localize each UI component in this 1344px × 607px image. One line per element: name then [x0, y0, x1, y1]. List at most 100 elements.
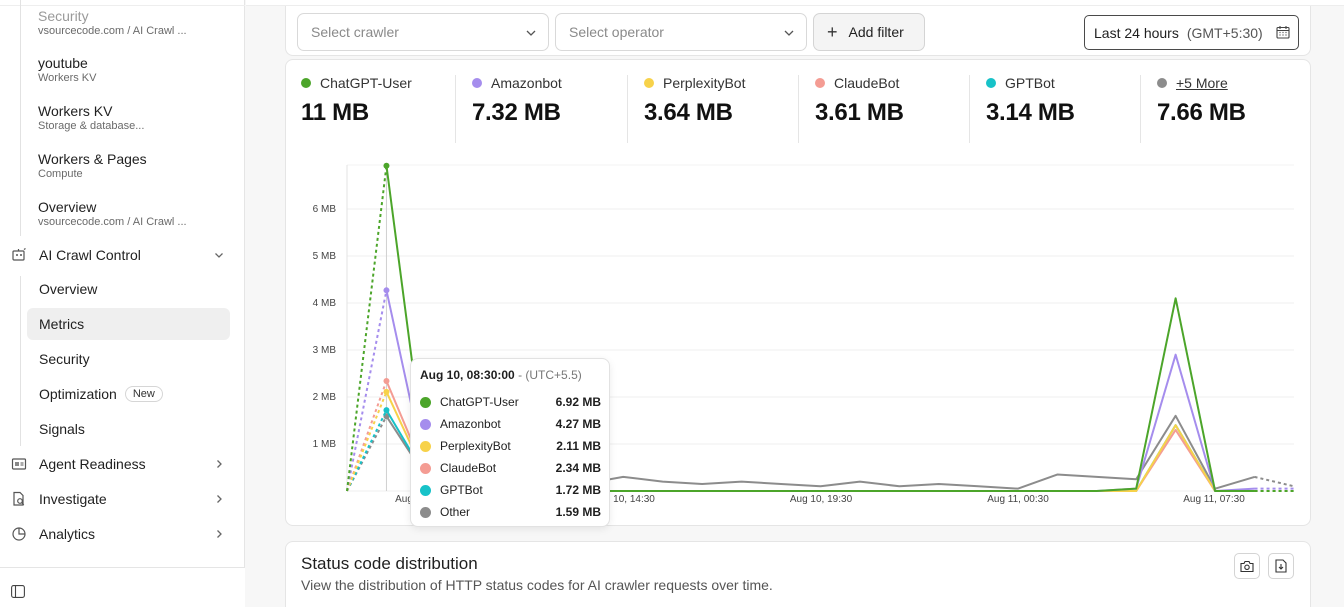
y-tick-label: 3 MB	[313, 345, 337, 356]
sidebar-item-workers-kv[interactable]: Workers KV Storage & database...	[38, 103, 144, 133]
status-code-card: Status code distribution View the distri…	[285, 541, 1311, 607]
series-line-dashed	[346, 165, 388, 492]
item-subtitle: Storage & database...	[38, 120, 145, 132]
legend-dot	[420, 462, 431, 474]
select-placeholder: Select operator	[569, 24, 664, 40]
tooltip-row: GPTBot 1.72 MB	[420, 479, 601, 501]
calendar-icon	[1276, 25, 1290, 42]
dashboard-icon	[10, 455, 28, 473]
nav-label: Overview	[39, 281, 98, 297]
data-point	[383, 378, 390, 385]
row-value: 2.11 MB	[556, 439, 601, 453]
sidebar-item-metrics[interactable]: Metrics	[27, 308, 230, 340]
sidebar-top-divider	[0, 0, 245, 6]
crawler-select[interactable]: Select crawler	[297, 13, 549, 51]
y-tick-label: 1 MB	[313, 439, 337, 450]
add-filter-button[interactable]: + Add filter	[813, 13, 925, 51]
new-badge: New	[124, 386, 163, 402]
row-name: GPTBot	[440, 483, 483, 497]
sidebar-group-analytics[interactable]: Analytics	[10, 519, 230, 549]
y-tick-label: 4 MB	[313, 298, 337, 309]
document-search-icon	[10, 490, 28, 508]
legend-dot	[420, 396, 431, 408]
item-subtitle: Workers KV	[38, 72, 97, 84]
tree-line	[20, 0, 21, 236]
x-tick-label: 10, 14:30	[613, 494, 655, 505]
x-tick-label: Aug 11, 07:30	[1183, 494, 1245, 505]
series-line-dashed	[1254, 475, 1295, 488]
row-name: ChatGPT-User	[440, 395, 519, 409]
chevron-right-icon	[212, 527, 226, 541]
x-tick-label: Aug 10, 19:30	[790, 494, 853, 505]
plus-icon: +	[827, 22, 838, 42]
operator-select[interactable]: Select operator	[555, 13, 807, 51]
chevron-right-icon	[212, 457, 226, 471]
button-label: Add filter	[848, 24, 904, 40]
nav-label: Security	[39, 351, 90, 367]
item-title: Workers KV	[38, 103, 113, 119]
download-icon	[1275, 559, 1287, 573]
data-point	[383, 287, 390, 294]
date-range-picker[interactable]: Last 24 hours (GMT+5:30)	[1084, 15, 1299, 50]
row-value: 1.72 MB	[555, 483, 601, 497]
sidebar-group-ai-crawl-control[interactable]: AI Crawl Control	[10, 240, 230, 270]
item-subtitle: vsourcecode.com / AI Crawl ...	[38, 216, 187, 228]
series-line-dashed	[346, 409, 388, 492]
tooltip-row: Other 1.59 MB	[420, 501, 601, 523]
date-range-label: Last 24 hours	[1094, 24, 1179, 41]
camera-icon	[1240, 560, 1254, 572]
group-label: Agent Readiness	[39, 456, 146, 472]
download-button[interactable]	[1268, 553, 1294, 579]
tooltip-row: ClaudeBot 2.34 MB	[420, 457, 601, 479]
row-name: ClaudeBot	[440, 461, 497, 475]
item-title: Overview	[38, 199, 97, 215]
screenshot-button[interactable]	[1234, 553, 1260, 579]
sidebar-item-overview-recent[interactable]: Overview vsourcecode.com / AI Crawl ...	[38, 199, 187, 229]
sidebar-footer	[0, 567, 245, 607]
row-value: 6.92 MB	[555, 395, 601, 409]
legend-dot	[420, 440, 431, 452]
sidebar-toggle-icon[interactable]	[11, 585, 25, 603]
sidebar-item-overview[interactable]: Overview	[27, 273, 230, 305]
nav-label: Metrics	[39, 316, 85, 332]
sidebar-item-workers-pages[interactable]: Workers & Pages Compute	[38, 151, 147, 181]
chevron-down-icon	[782, 26, 796, 43]
legend-dot	[420, 506, 431, 518]
series-line-dashed	[346, 290, 388, 492]
chart-tooltip: Aug 10, 08:30:00 - (UTC+5.5) ChatGPT-Use…	[410, 358, 610, 527]
item-subtitle: vsourcecode.com / AI Crawl ...	[38, 25, 187, 37]
x-tick-label: Aug 11, 00:30	[987, 494, 1049, 505]
sidebar: Security vsourcecode.com / AI Crawl ... …	[0, 0, 245, 607]
row-value: 2.34 MB	[555, 461, 601, 475]
item-title: youtube	[38, 55, 88, 71]
legend-dot	[420, 484, 431, 496]
item-title: Security	[38, 8, 89, 24]
tooltip-row: Amazonbot 4.27 MB	[420, 413, 601, 435]
row-name: Other	[440, 505, 471, 519]
group-label: AI Crawl Control	[39, 247, 141, 263]
row-name: Amazonbot	[440, 417, 501, 431]
sidebar-item-signals[interactable]: Signals	[27, 413, 230, 445]
y-tick-label: 6 MB	[313, 204, 337, 215]
sidebar-group-investigate[interactable]: Investigate	[10, 484, 230, 514]
sidebar-item-youtube[interactable]: youtube Workers KV	[38, 55, 96, 85]
timezone-label: (GMT+5:30)	[1186, 24, 1263, 41]
crawl-icon	[10, 246, 28, 264]
sidebar-item-security[interactable]: Security	[27, 343, 230, 375]
row-name: PerplexityBot	[440, 439, 511, 453]
item-title: Workers & Pages	[38, 151, 147, 167]
nav-label: Signals	[39, 421, 85, 437]
tooltip-row: PerplexityBot 2.11 MB	[420, 435, 601, 457]
y-tick-label: 5 MB	[313, 251, 337, 262]
legend-dot	[420, 418, 431, 430]
filter-bar: Select crawler Select operator + Add fil…	[285, 6, 1311, 56]
nav-label: Optimization	[39, 386, 117, 402]
row-value: 4.27 MB	[555, 417, 601, 431]
sidebar-group-agent-readiness[interactable]: Agent Readiness	[10, 449, 230, 479]
section-subtitle: View the distribution of HTTP status cod…	[301, 577, 773, 593]
tooltip-row: ChatGPT-User 6.92 MB	[420, 391, 601, 413]
sidebar-item-security-recent[interactable]: Security vsourcecode.com / AI Crawl ...	[38, 8, 187, 38]
sidebar-item-optimization[interactable]: Optimization New	[27, 378, 230, 410]
y-tick-label: 2 MB	[313, 392, 337, 403]
data-point	[383, 162, 390, 169]
